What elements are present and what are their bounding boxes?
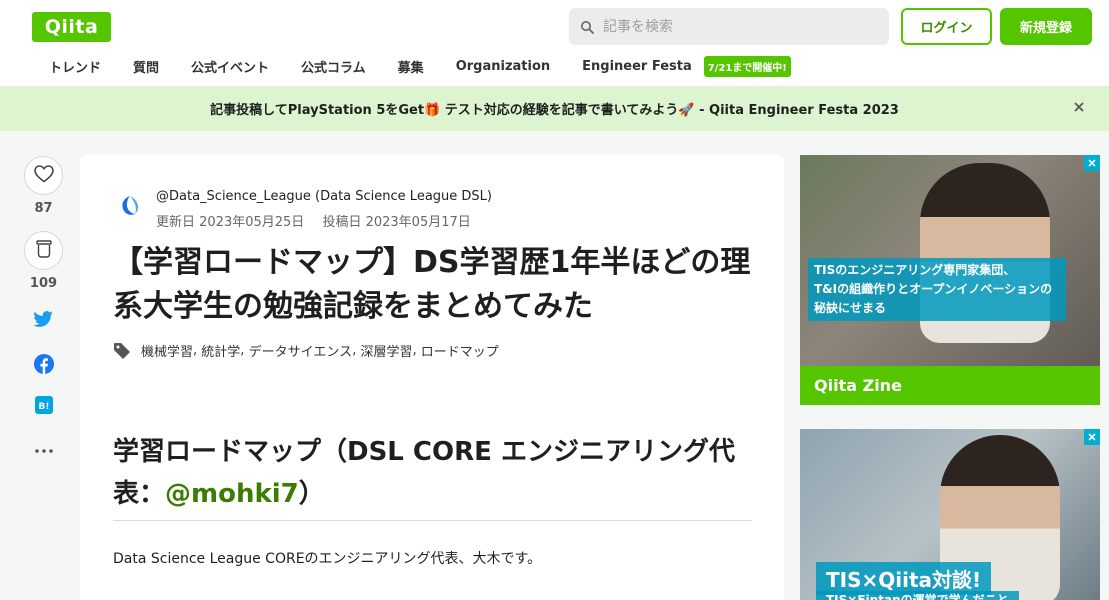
facebook-icon (33, 354, 54, 378)
article-card: @Data_Science_League (Data Science Leagu… (80, 155, 784, 600)
user-mention-link[interactable]: @mohki7 (165, 479, 299, 509)
site-header: Qiita ログイン 新規登録 トレンド 質問 公式イベント 公式コラム 募集 … (0, 0, 1109, 86)
nav-item-engineer-festa[interactable]: Engineer Festa (566, 59, 708, 74)
tag-icon (113, 342, 131, 360)
qiita-logo[interactable]: Qiita (32, 12, 111, 42)
more-icon (34, 438, 53, 457)
search-box[interactable] (569, 8, 889, 45)
login-button[interactable]: ログイン (901, 8, 992, 45)
article-title: 【学習ロードマップ】DS学習歴1年半ほどの理系大学生の勉強記録をまとめてみた (113, 245, 751, 324)
tag-link[interactable]: ロードマップ (421, 341, 499, 360)
facebook-share[interactable] (24, 354, 63, 378)
qiita-zine-label: Qiita Zine (800, 366, 1100, 405)
like-count: 87 (34, 201, 53, 216)
sidebar-ad-1[interactable]: TISのエンジニアリング専門家集団、 T&Iの組織作りとオープンイノベーションの… (800, 155, 1100, 405)
more-options[interactable] (24, 438, 63, 457)
close-icon[interactable] (1071, 99, 1087, 115)
article-dates: 更新日 2023年05月25日 投稿日 2023年05月17日 (156, 211, 485, 230)
nav-item-organization[interactable]: Organization (440, 59, 566, 74)
svg-text:B!: B! (38, 402, 49, 412)
search-input[interactable] (603, 18, 873, 35)
festa-badge: 7/21まで開催中! (703, 55, 791, 77)
ad-caption-line: TISのエンジニアリング専門家集団、 (814, 263, 1016, 277)
tag-list: 機械学習, 統計学, データサイエンス, 深層学習, ロードマップ (113, 341, 499, 360)
nav-item-official-events[interactable]: 公式イベント (175, 57, 285, 76)
signup-button[interactable]: 新規登録 (1000, 8, 1092, 45)
ad-subtitle: TIS×Fintanの運営で学んだこと (816, 591, 1019, 600)
article-action-rail: 87 109 B! (24, 156, 64, 457)
ad-close-icon[interactable] (1084, 429, 1100, 445)
sidebar-ad-2[interactable]: TIS×Qiita対談! TIS×Fintanの運営で学んだこと (800, 429, 1100, 600)
author-avatar[interactable] (116, 192, 144, 220)
nav-item-recruiting[interactable]: 募集 (382, 57, 440, 76)
twitter-icon (33, 311, 54, 332)
ad-close-icon[interactable] (1084, 155, 1100, 171)
hatena-share[interactable]: B! (24, 396, 63, 418)
promo-banner-text[interactable]: 記事投稿してPlayStation 5をGet🎁 テスト対応の経験を記事で書いて… (210, 99, 899, 118)
tag-link[interactable]: データサイエンス (249, 341, 353, 360)
author-name[interactable]: @Data_Science_League (Data Science Leagu… (156, 189, 492, 204)
like-button[interactable] (24, 156, 63, 195)
nav-item-trend[interactable]: トレンド (33, 57, 117, 76)
search-icon (579, 19, 595, 35)
heart-icon (33, 164, 54, 187)
tag-link[interactable]: 深層学習 (360, 341, 412, 360)
main-nav: トレンド 質問 公式イベント 公式コラム 募集 Organization Eng… (33, 55, 791, 77)
heading-divider (113, 520, 752, 521)
hatena-bookmark-icon: B! (34, 396, 53, 418)
ad-caption-line: 秘訣にせまる (814, 301, 887, 315)
tag-link[interactable]: 機械学習 (141, 341, 193, 360)
stock-count: 109 (29, 276, 58, 291)
nav-item-official-columns[interactable]: 公式コラム (285, 57, 382, 76)
updated-date: 更新日 2023年05月25日 (156, 215, 305, 230)
stock-button[interactable] (24, 231, 63, 270)
nav-item-questions[interactable]: 質問 (117, 57, 175, 76)
promo-banner[interactable]: 記事投稿してPlayStation 5をGet🎁 テスト対応の経験を記事で書いて… (0, 86, 1109, 131)
posted-date: 投稿日 2023年05月17日 (322, 215, 471, 230)
stock-icon (35, 239, 52, 262)
ad-caption-line: T&Iの組織作りとオープンイノベーションの (814, 282, 1053, 296)
section-heading: 学習ロードマップ（DSL CORE エンジニアリング代表：@mohki7） (113, 431, 753, 515)
ad-caption: TISのエンジニアリング専門家集団、 T&Iの組織作りとオープンイノベーションの… (808, 258, 1066, 321)
twitter-share[interactable] (24, 311, 63, 332)
tag-link[interactable]: 統計学 (201, 341, 240, 360)
section-heading-suffix: ） (298, 479, 325, 509)
intro-paragraph: Data Science League COREのエンジニアリング代表、大木です… (113, 551, 542, 567)
